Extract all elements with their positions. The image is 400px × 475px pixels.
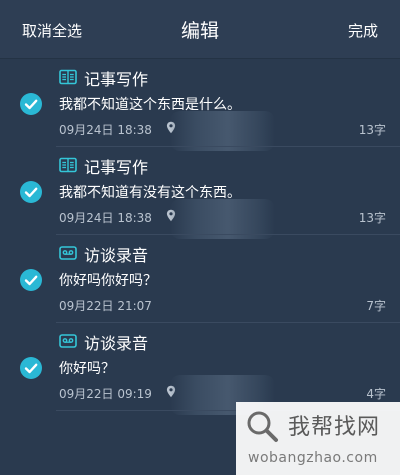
magnifier-icon	[247, 411, 278, 442]
char-count: 4字	[366, 387, 386, 401]
location-blur	[170, 199, 275, 239]
checked-icon[interactable]	[20, 357, 42, 379]
watermark: 我帮找网 wobangzhao.com	[236, 402, 400, 475]
char-count: 13字	[358, 211, 386, 225]
page-title: 编辑	[180, 20, 219, 42]
list-item[interactable]: 记事写作 我都不知道这个东西是什么。 09月24日 18:38 13字	[0, 59, 400, 151]
note-date: 09月22日 09:19	[59, 387, 152, 401]
list-item[interactable]: 记事写作 我都不知道有没有这个东西。 09月24日 18:38 13字	[0, 147, 400, 239]
category-label: 访谈录音	[84, 246, 149, 265]
cassette-icon	[59, 334, 77, 348]
list-item[interactable]: 访谈录音 你好吗你好吗？ 09月22日 21:07 7字	[0, 235, 400, 323]
location-blur	[170, 111, 275, 151]
done-button[interactable]: 完成	[348, 20, 378, 41]
notebook-icon	[59, 69, 77, 85]
cassette-icon	[59, 246, 77, 260]
checked-icon[interactable]	[20, 269, 42, 291]
checked-icon[interactable]	[20, 181, 42, 203]
list-item[interactable]: 访谈录音 你好吗？ 09月22日 09:19 4字	[0, 323, 400, 415]
note-date: 09月24日 18:38	[59, 211, 152, 225]
category-label: 访谈录音	[84, 334, 149, 353]
watermark-text: 我帮找网	[288, 415, 381, 440]
char-count: 13字	[358, 123, 386, 137]
notebook-icon	[59, 157, 77, 173]
category-label: 记事写作	[84, 158, 149, 177]
watermark-url: wobangzhao.com	[248, 450, 378, 466]
top-bar: 取消全选 编辑 完成	[0, 0, 400, 59]
note-date: 09月22日 21:07	[59, 299, 152, 313]
note-date: 09月24日 18:38	[59, 123, 152, 137]
note-content: 你好吗你好吗？	[59, 273, 157, 289]
char-count: 7字	[366, 299, 386, 313]
category-label: 记事写作	[84, 70, 149, 89]
checked-icon[interactable]	[20, 93, 42, 115]
note-content: 你好吗？	[59, 361, 115, 377]
